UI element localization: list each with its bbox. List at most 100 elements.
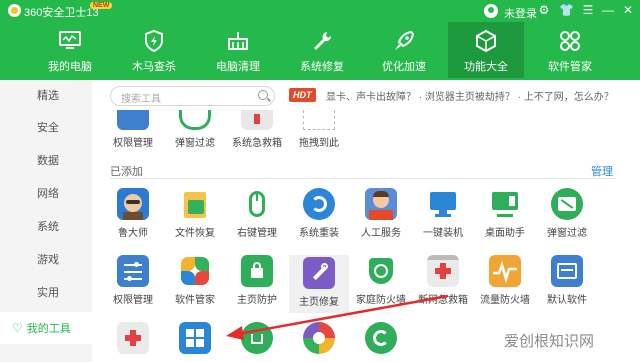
nav-trojan-scan[interactable]: 木马查杀 [116,22,192,78]
tool-card[interactable]: 弹窗过滤 [165,110,225,149]
tool-card[interactable] [289,322,349,354]
tool-card[interactable]: 流量防火墙 [475,255,535,306]
tool-card[interactable]: 鲁大师 [103,188,163,239]
homepage-lock-icon [241,255,273,287]
tool-card[interactable]: 软件管家 [165,255,225,306]
nav-label: 功能大全 [464,61,508,73]
tool-card[interactable]: 人工服务 [351,188,411,239]
search-input[interactable]: 搜索工具 [110,86,275,106]
drop-zone[interactable]: 拖拽到此 [289,110,349,149]
nav-label: 木马查杀 [132,61,176,73]
drop-target-icon [303,110,335,130]
tool-label: 主页修复 [299,297,339,308]
manage-link[interactable]: 管理 [591,163,613,179]
sidebar-item-my-tools[interactable]: ♡ 我的工具 [0,312,92,344]
app-title: 360安全卫士13 [24,7,99,19]
tools-panel: 搜索工具 HDT 显卡、声卡出故障？ · 浏览器主页被劫持？ · 上不了网，怎么… [92,80,640,362]
heart-icon: ♡ [12,321,23,335]
login-link[interactable]: 未登录 [504,5,537,21]
sidebar-item-label: 网络 [37,188,59,200]
tool-card[interactable]: 右键管理 [227,188,287,239]
tool-card[interactable]: 弹窗过滤 [537,188,597,239]
tool-label: 家庭防火墙 [356,295,406,306]
ludashi-icon [117,188,149,220]
divider [110,178,616,179]
tool-card[interactable]: 家庭防火墙 [351,255,411,306]
close-icon[interactable]: ✕ [621,3,635,17]
settings-icon[interactable]: ⚙ [537,3,551,17]
flower-icon [560,31,580,51]
reinstall-icon [303,188,335,220]
category-sidebar: 精选 安全 数据 网络 系统 游戏 实用 ♡ 我的工具 [0,80,92,362]
tool-card[interactable]: 主页防护 [227,255,287,306]
tool-label: 系统急救箱 [232,138,282,149]
tool-label: 默认软件 [547,295,587,306]
tool-card[interactable]: 文件恢复 [165,188,225,239]
tool-card[interactable]: 系统重装 [289,188,349,239]
menu-icon[interactable]: ☰ [581,3,595,17]
color-wheel-icon [303,322,335,354]
tool-card[interactable] [227,322,287,354]
tool-card[interactable]: 桌面助手 [475,188,535,239]
search-placeholder: 搜索工具 [121,94,161,105]
nav-computer-cleanup[interactable]: 电脑清理 [200,22,276,78]
service-icon [365,188,397,220]
sidebar-item-data[interactable]: 数据 [0,145,92,177]
search-icon[interactable] [258,90,268,100]
nav-my-computer[interactable]: 我的电脑 [32,22,108,78]
tool-card[interactable] [103,322,163,354]
tool-label: 鲁大师 [118,228,148,239]
sidebar-item-label: 游戏 [37,254,59,266]
nav-label: 我的电脑 [48,61,92,73]
nav-software-manager[interactable]: 软件管家 [532,22,608,78]
avatar-icon[interactable] [484,4,498,18]
app-logo-icon [8,4,21,17]
tool-card[interactable]: 权限管理 [103,255,163,306]
tool-card-highlighted[interactable]: 主页修复 [289,255,349,313]
tool-label: 软件管家 [175,295,215,306]
sidebar-item-utilities[interactable]: 实用 [0,277,92,309]
tool-label: 流量防火墙 [480,295,530,306]
tool-card[interactable]: 系统急救箱 [227,110,287,149]
top-header: 360安全卫士13 NEW 未登录 ⚙ 👕 ☰ — ✕ 我的电脑 木马查杀 电脑… [0,0,640,80]
nav-all-features[interactable]: 功能大全 [448,22,524,78]
sidebar-item-system[interactable]: 系统 [0,211,92,243]
sidebar-item-featured[interactable]: 精选 [0,80,92,112]
nav-system-repair[interactable]: 系统修复 [284,22,360,78]
tool-card[interactable]: 默认软件 [537,255,597,306]
sidebar-item-security[interactable]: 安全 [0,112,92,144]
sidebar-item-label: 系统 [37,221,59,233]
nav-label: 软件管家 [548,61,592,73]
minimize-icon[interactable]: — [601,3,615,17]
homepage-fix-icon [303,257,335,289]
tool-label: 弹窗过滤 [547,228,587,239]
shield-icon [145,29,163,53]
file-restore-icon [179,188,211,220]
tool-card[interactable] [165,322,225,354]
first-aid-icon [241,110,273,130]
tool-label: 右键管理 [237,228,277,239]
skin-icon[interactable]: 👕 [559,3,574,17]
first-aid-kit-icon [117,322,149,354]
tool-card[interactable]: 断网急救箱 [413,255,473,306]
tool-card[interactable] [351,322,411,354]
browser-e-icon [365,322,397,354]
mouse-icon [241,188,273,220]
main-nav: 我的电脑 木马查杀 电脑清理 系统修复 优化加速 功能大全 软件管家 [0,22,640,78]
sidebar-item-label: 数据 [37,155,59,167]
tool-label: 权限管理 [113,138,153,149]
sidebar-item-label: 实用 [37,287,59,299]
sidebar-item-games[interactable]: 游戏 [0,244,92,276]
cup-icon [241,322,273,354]
tool-label: 弹窗过滤 [175,138,215,149]
tool-card[interactable]: 权限管理 [103,110,163,149]
nav-label: 优化加速 [382,61,426,73]
tool-label: 文件恢复 [175,228,215,239]
tool-label: 断网急救箱 [418,295,468,306]
tool-card[interactable]: 一键装机 [413,188,473,239]
sidebar-item-network[interactable]: 网络 [0,178,92,210]
nav-optimize[interactable]: 优化加速 [366,22,442,78]
sidebar-item-label: 精选 [37,90,59,102]
help-tips-link[interactable]: 显卡、声卡出故障？ · 浏览器主页被劫持？ · 上不了网，怎么办？ [326,88,614,103]
new-badge: NEW [90,2,113,9]
